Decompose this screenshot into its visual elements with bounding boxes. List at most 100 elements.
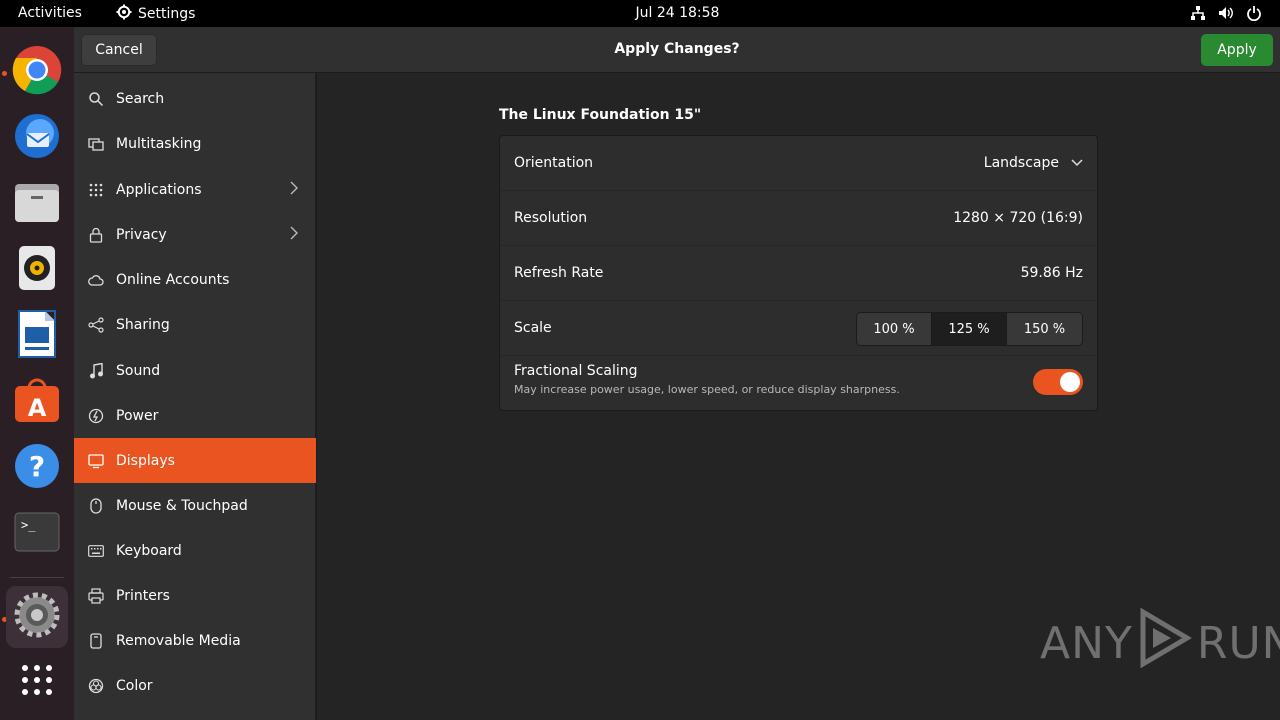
system-tray[interactable] [1190,5,1262,25]
sidebar-item-printers[interactable]: Printers [74,573,316,618]
multitasking-icon [88,136,104,152]
sidebar-item-label: Online Accounts [116,271,230,288]
dock-help[interactable]: ? [6,437,68,499]
search-icon [88,91,104,107]
refresh-rate-row[interactable]: Refresh Rate 59.86 Hz [500,246,1097,301]
thunderbird-icon [12,111,62,165]
printer-icon [88,587,104,604]
play-logo-icon [1137,607,1193,679]
speaker-icon [15,244,59,296]
top-bar: Activities Settings Jul 24 18:58 [0,0,1280,27]
display-settings-list: Orientation Landscape Resolution 1280 × … [499,135,1098,411]
orientation-label: Orientation [514,155,594,171]
dock-app-center[interactable]: A [6,371,68,433]
terminal-icon: >_ [14,512,60,556]
sidebar-item-label: Mouse & Touchpad [116,497,248,514]
help-icon: ? [13,442,61,494]
app-grid-icon [20,663,54,701]
monitor-name: The Linux Foundation 15" [499,107,702,123]
scale-option-150[interactable]: 150 % [1007,313,1082,345]
lock-icon [88,227,104,243]
sidebar-item-label: Keyboard [116,542,182,559]
app-center-icon: A [13,376,61,428]
sidebar-item-privacy[interactable]: Privacy [74,212,316,257]
scale-label: Scale [514,320,552,336]
music-icon [88,362,104,379]
sidebar: Search Multitasking Applications Privacy… [74,73,316,720]
keyboard-icon [88,543,104,559]
sidebar-item-keyboard[interactable]: Keyboard [74,528,316,573]
sidebar-item-label: Printers [116,587,170,604]
chevron-down-icon [1071,155,1083,171]
toggle-knob [1060,372,1080,392]
resolution-row[interactable]: Resolution 1280 × 720 (16:9) [500,191,1097,246]
sidebar-item-mouse-touchpad[interactable]: Mouse & Touchpad [74,483,316,528]
scale-row: Scale 100 % 125 % 150 % [500,301,1097,356]
fractional-scaling-description: May increase power usage, lower speed, o… [514,383,900,396]
sidebar-item-online-accounts[interactable]: Online Accounts [74,257,316,302]
watermark-text-left: ANY [1040,618,1133,669]
dock-files[interactable] [6,173,68,235]
dialog-title: Apply Changes? [614,41,740,57]
sidebar-item-displays[interactable]: Displays [74,438,316,483]
sidebar-item-color[interactable]: Color [74,663,316,708]
refresh-rate-label: Refresh Rate [514,265,604,281]
volume-icon [1218,5,1234,25]
mouse-icon [88,497,104,514]
sidebar-item-applications[interactable]: Applications [74,167,316,212]
sidebar-item-label: Applications [116,181,202,198]
refresh-rate-value: 59.86 Hz [1020,265,1083,281]
sidebar-item-label: Displays [116,452,175,469]
scale-selector: 100 % 125 % 150 % [856,312,1083,346]
dock-writer[interactable] [6,305,68,367]
settings-icon [13,591,61,643]
orientation-row[interactable]: Orientation Landscape [500,136,1097,191]
sidebar-item-label: Privacy [116,226,167,243]
power-icon [88,408,104,424]
chrome-icon [12,45,62,99]
network-icon [1190,5,1206,25]
fractional-scaling-row: Fractional Scaling May increase power us… [500,356,1097,411]
files-icon [13,180,61,228]
dock-settings[interactable] [6,586,68,648]
power-icon [1246,5,1262,25]
chevron-right-icon [290,226,298,244]
resolution-value: 1280 × 720 (16:9) [953,210,1083,226]
sidebar-item-label: Color [116,677,153,694]
scale-option-125[interactable]: 125 % [932,313,1007,345]
dock-rhythmbox[interactable] [6,239,68,301]
share-icon [88,316,104,333]
fractional-scaling-toggle[interactable] [1033,369,1083,395]
dock-terminal[interactable]: >_ [6,503,68,565]
watermark: ANY RUN [1040,607,1280,679]
sidebar-item-label: Sound [116,362,161,379]
sidebar-item-multitasking[interactable]: Multitasking [74,121,316,166]
resolution-label: Resolution [514,210,588,226]
sidebar-item-search[interactable]: Search [74,76,316,121]
svg-text:?: ? [29,450,45,483]
chevron-right-icon [290,181,298,199]
sidebar-item-power[interactable]: Power [74,393,316,438]
dock: A ? >_ [0,27,74,720]
sidebar-item-sharing[interactable]: Sharing [74,302,316,347]
grid-icon [88,182,104,198]
dock-chrome[interactable] [6,41,68,103]
dock-thunderbird[interactable] [6,107,68,169]
dock-show-apps[interactable] [6,651,68,713]
orientation-value: Landscape [983,155,1059,171]
dock-separator [10,577,64,578]
cloud-icon [88,272,104,288]
clock[interactable]: Jul 24 18:58 [0,5,1280,21]
sidebar-item-label: Multitasking [116,135,202,152]
sidebar-item-sound[interactable]: Sound [74,348,316,393]
scale-option-100[interactable]: 100 % [857,313,932,345]
sidebar-item-label: Sharing [116,316,170,333]
apply-button[interactable]: Apply [1201,34,1273,66]
sidebar-item-label: Removable Media [116,632,241,649]
document-icon [17,309,57,363]
sidebar-item-label: Power [116,407,159,424]
svg-text:A: A [28,394,47,422]
orientation-dropdown[interactable]: Landscape [984,155,1083,171]
media-icon [88,632,104,649]
sidebar-item-removable-media[interactable]: Removable Media [74,618,316,663]
